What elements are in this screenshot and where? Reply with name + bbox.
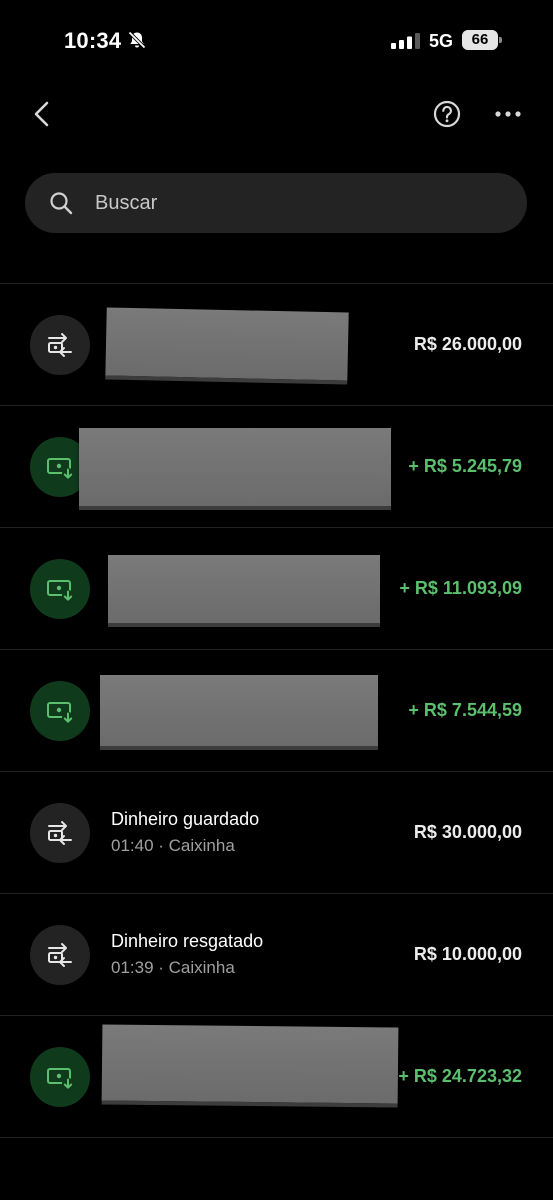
redaction-box bbox=[79, 428, 391, 510]
redaction-box bbox=[105, 307, 349, 385]
money-receive-icon bbox=[30, 681, 90, 741]
search-icon bbox=[50, 192, 73, 215]
transaction-title: Dinheiro guardado bbox=[111, 809, 260, 829]
transfer-icon bbox=[30, 315, 90, 375]
chevron-left-icon[interactable] bbox=[28, 98, 56, 130]
redaction-box bbox=[108, 555, 380, 627]
transaction-list: R$ 26.000,00 + R$ 5.245,79 + R$ 11.093,0… bbox=[0, 283, 553, 1138]
more-horizontal-icon[interactable] bbox=[494, 104, 522, 124]
list-item[interactable]: + R$ 24.723,32 bbox=[0, 1016, 553, 1138]
transaction-title: Dinheiro resgatado bbox=[111, 931, 264, 951]
transaction-subtitle: 01:39 · Caixinha bbox=[111, 958, 235, 977]
list-item[interactable]: R$ 26.000,00 bbox=[0, 284, 553, 406]
list-item[interactable]: + R$ 7.544,59 bbox=[0, 650, 553, 772]
search-bar[interactable] bbox=[25, 173, 527, 233]
battery-icon: 66 bbox=[462, 30, 502, 50]
transaction-subtitle: 01:40 · Caixinha bbox=[111, 836, 235, 855]
question-circle-icon[interactable] bbox=[432, 99, 462, 129]
network-type: 5G bbox=[429, 31, 454, 51]
list-item[interactable]: + R$ 5.245,79 bbox=[0, 406, 553, 528]
redaction-box bbox=[100, 675, 378, 750]
list-item[interactable]: Dinheiro guardado 01:40 · Caixinha R$ 30… bbox=[0, 772, 553, 894]
transaction-amount: + R$ 11.093,09 bbox=[399, 578, 522, 598]
transaction-amount: + R$ 24.723,32 bbox=[398, 1066, 522, 1086]
list-item[interactable]: + R$ 11.093,09 bbox=[0, 528, 553, 650]
redaction-box bbox=[101, 1024, 399, 1108]
search-input[interactable] bbox=[95, 173, 505, 233]
status-bar: 10:34 5G 66 bbox=[0, 0, 553, 80]
transaction-amount: R$ 26.000,00 bbox=[413, 334, 522, 354]
bell-off-icon bbox=[128, 31, 146, 49]
list-item[interactable]: Dinheiro resgatado 01:39 · Caixinha R$ 1… bbox=[0, 894, 553, 1016]
transaction-amount: + R$ 7.544,59 bbox=[408, 700, 522, 720]
signal-bars-icon bbox=[391, 33, 420, 49]
transfer-icon bbox=[30, 803, 90, 863]
transfer-icon bbox=[30, 925, 90, 985]
money-receive-icon bbox=[30, 559, 90, 619]
transaction-amount: R$ 30.000,00 bbox=[413, 822, 522, 842]
money-receive-icon bbox=[30, 1047, 90, 1107]
transaction-amount: R$ 10.000,00 bbox=[413, 944, 522, 964]
status-time: 10:34 bbox=[64, 28, 122, 53]
transaction-amount: + R$ 5.245,79 bbox=[408, 456, 522, 476]
nav-bar bbox=[0, 90, 553, 138]
battery-level: 66 bbox=[462, 30, 498, 50]
